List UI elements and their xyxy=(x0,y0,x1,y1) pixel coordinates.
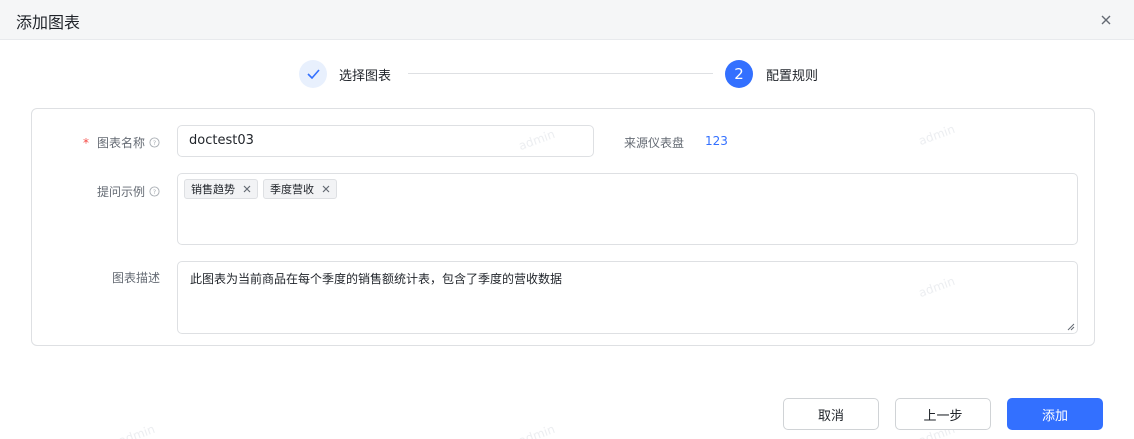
step-1-label: 选择图表 xyxy=(339,69,392,84)
description-textarea[interactable]: 此图表为当前商品在每个季度的销售额统计表，包含了季度的营收数据 xyxy=(177,261,1078,334)
examples-label: 提问示例 ? xyxy=(97,183,160,200)
help-icon[interactable]: ? xyxy=(149,186,160,197)
previous-step-button[interactable]: 上一步 xyxy=(895,398,991,430)
close-icon xyxy=(322,185,330,193)
step-2-indicator: 2 xyxy=(725,60,753,88)
close-icon xyxy=(243,185,251,193)
resize-handle-icon[interactable] xyxy=(1065,321,1075,331)
add-button[interactable]: 添加 xyxy=(1007,398,1103,430)
watermark: admin xyxy=(516,421,557,439)
chart-name-label: * 图表名称 ? xyxy=(83,134,160,151)
examples-tag-input[interactable]: 销售趋势 季度营收 xyxy=(177,173,1078,245)
close-icon xyxy=(1101,15,1111,25)
description-text: 此图表为当前商品在每个季度的销售额统计表，包含了季度的营收数据 xyxy=(190,272,563,286)
close-button[interactable] xyxy=(1096,10,1116,30)
dialog-header: 添加图表 xyxy=(0,0,1134,40)
step-2-label: 配置规则 xyxy=(766,69,819,84)
check-icon xyxy=(306,69,320,79)
help-icon[interactable]: ? xyxy=(149,137,160,148)
cancel-button[interactable]: 取消 xyxy=(783,398,879,430)
source-dashboard-link[interactable]: 123 xyxy=(705,134,728,148)
step-connector xyxy=(408,73,713,74)
svg-text:?: ? xyxy=(153,139,156,147)
required-mark: * xyxy=(82,135,89,150)
svg-text:?: ? xyxy=(153,188,156,196)
example-tag: 销售趋势 xyxy=(184,179,258,199)
step-1-indicator xyxy=(299,60,327,88)
tag-remove-button[interactable] xyxy=(320,183,332,195)
description-label: 图表描述 xyxy=(111,271,160,285)
example-tag: 季度营收 xyxy=(263,179,337,199)
dialog-title: 添加图表 xyxy=(16,13,81,32)
tag-remove-button[interactable] xyxy=(241,183,253,195)
watermark: admin xyxy=(116,421,157,439)
source-dashboard-label: 来源仪表盘 xyxy=(624,136,685,150)
